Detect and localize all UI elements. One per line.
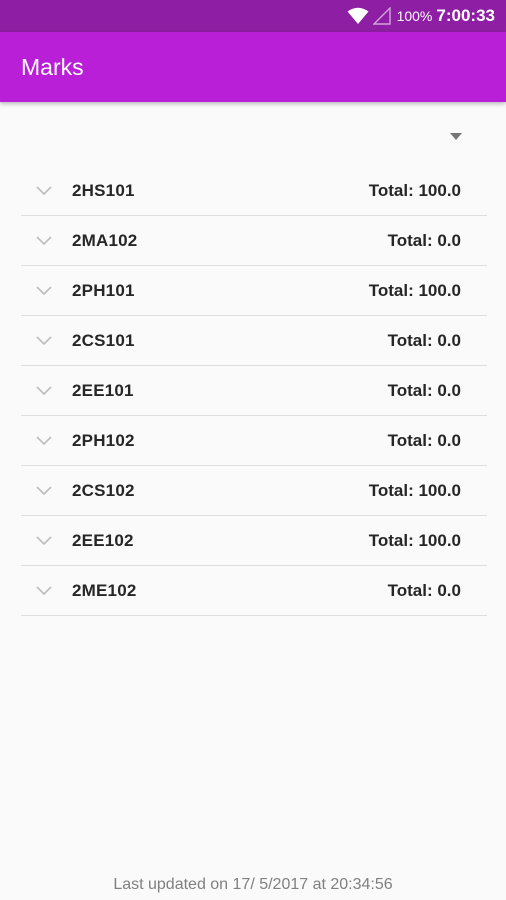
course-row[interactable]: 2HS101 Total: 100.0 [21,166,487,216]
chevron-down-icon[interactable] [36,536,52,546]
course-list: 2HS101 Total: 100.0 2MA102 Total: 0.0 2PH101… [21,166,487,616]
battery-percentage: 100% [396,8,433,24]
course-code: 2CS101 [72,330,135,350]
last-updated-text: Last updated on 17/ 5/2017 at 20:34:56 [113,876,393,893]
page-title: Marks [21,53,84,80]
course-code: 2PH102 [72,430,135,450]
chevron-down-icon[interactable] [36,386,52,396]
status-bar: 100% 7:00:33 [0,0,506,32]
course-row[interactable]: 2PH101 Total: 100.0 [21,266,487,316]
course-row[interactable]: 2PH102 Total: 0.0 [21,416,487,466]
course-row[interactable]: 2MA102 Total: 0.0 [21,216,487,266]
course-row[interactable]: 2EE101 Total: 0.0 [21,366,487,416]
chevron-down-icon[interactable] [36,186,52,196]
course-code: 2ME102 [72,580,137,600]
wifi-icon [347,7,369,25]
clock: 7:00:33 [436,6,495,25]
course-row[interactable]: 2ME102 Total: 0.0 [21,566,487,616]
chevron-down-icon[interactable] [36,586,52,596]
course-code: 2CS102 [72,480,135,500]
course-total: Total: 0.0 [387,580,461,600]
chevron-down-icon[interactable] [36,236,52,246]
chevron-down-icon[interactable] [36,486,52,496]
course-total: Total: 100.0 [368,180,461,200]
signal-icon [371,6,391,25]
course-code: 2HS101 [72,180,135,200]
course-total: Total: 100.0 [368,480,461,500]
course-total: Total: 100.0 [368,280,461,300]
course-code: 2PH101 [72,280,135,300]
chevron-down-icon[interactable] [36,436,52,446]
chevron-down-icon[interactable] [36,286,52,296]
course-code: 2MA102 [72,230,138,250]
chevron-down-icon[interactable] [36,336,52,346]
course-row[interactable]: 2CS102 Total: 100.0 [21,466,487,516]
semester-dropdown[interactable] [446,126,466,146]
course-row[interactable]: 2EE102 Total: 100.0 [21,516,487,566]
dropdown-arrow-icon [450,132,462,140]
course-total: Total: 0.0 [387,230,461,250]
course-code: 2EE101 [72,380,134,400]
course-total: Total: 0.0 [387,330,461,350]
course-total: Total: 0.0 [387,380,461,400]
course-total: Total: 0.0 [387,430,461,450]
course-total: Total: 100.0 [368,530,461,550]
course-row[interactable]: 2CS101 Total: 0.0 [21,316,487,366]
course-code: 2EE102 [72,530,134,550]
app-bar: Marks [0,32,506,102]
